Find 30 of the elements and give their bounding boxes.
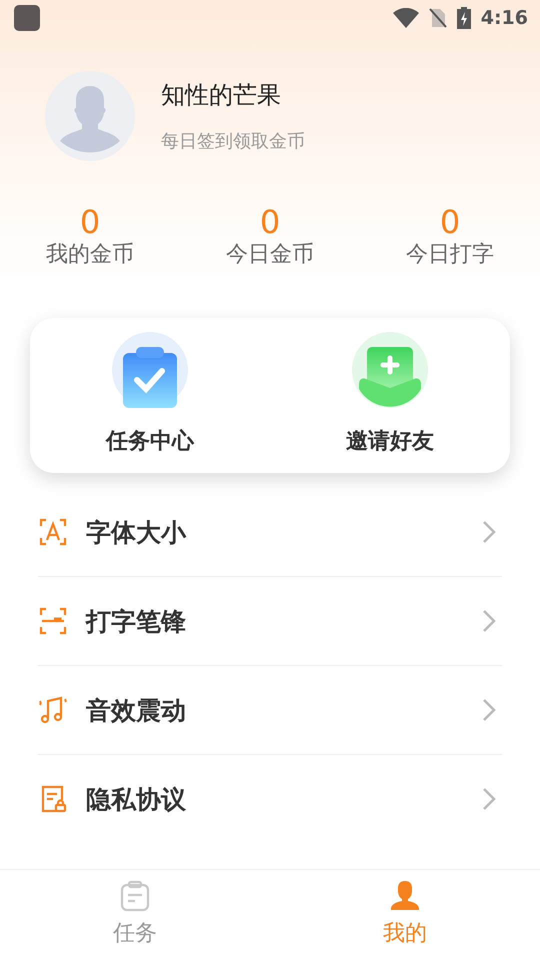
chevron-right-icon: [482, 520, 496, 544]
shortcut-link[interactable]: 邀请好友: [346, 426, 434, 456]
stat-value: 0: [440, 204, 460, 240]
stat-value: 0: [260, 204, 280, 240]
menu-item[interactable]: 打字笔锋: [86, 604, 464, 638]
clipboard-check-icon: [112, 332, 188, 408]
shortcut-link[interactable]: 任务中心: [106, 426, 194, 456]
font-size-icon: [38, 517, 68, 547]
stroke-icon: [38, 606, 68, 636]
chevron-right-icon: [482, 609, 496, 633]
stat-label: 今日打字: [406, 241, 494, 269]
music-note-icon: [38, 695, 68, 725]
sign-in-hint: 每日签到领取金币: [161, 130, 305, 153]
menu-item[interactable]: 音效震动: [86, 694, 464, 726]
menu-item[interactable]: 字体大小: [86, 516, 464, 548]
invite-icon: [352, 332, 428, 408]
no-sim-icon: [428, 8, 447, 28]
person-icon: [389, 880, 421, 912]
chevron-right-icon: [482, 787, 496, 811]
stat-label: 今日金币: [226, 241, 314, 269]
battery-charging-icon: [456, 7, 471, 29]
clipboard-icon: [119, 880, 151, 912]
wifi-icon: [392, 8, 419, 28]
clock: 4:16: [480, 7, 528, 29]
chevron-right-icon: [482, 698, 496, 722]
stat-label: 我的金币: [46, 241, 134, 269]
app-notification-icon: [14, 5, 40, 31]
stat-value: 0: [80, 204, 100, 240]
user-name: 知性的芒果: [161, 80, 282, 111]
menu-item[interactable]: 隐私协议: [86, 782, 464, 816]
